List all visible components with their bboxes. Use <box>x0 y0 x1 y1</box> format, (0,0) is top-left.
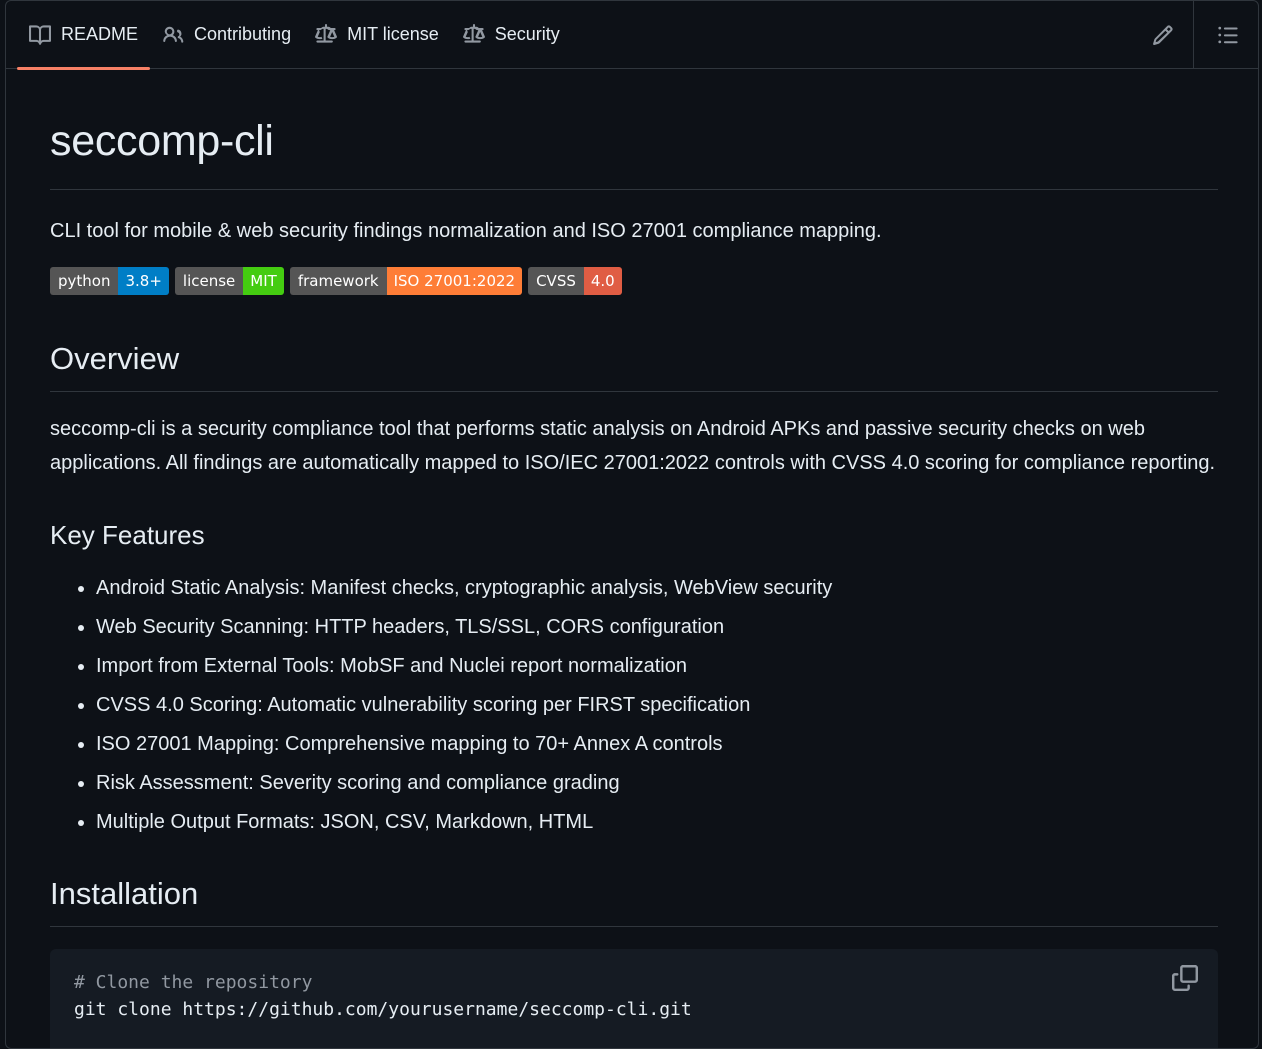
readme-content: seccomp-cli CLI tool for mobile & web se… <box>6 113 1258 1048</box>
framework-badge[interactable]: framework ISO 27001:2022 <box>289 267 523 295</box>
law-icon <box>462 23 485 46</box>
code-comment: # Clone the repository <box>74 972 313 993</box>
project-description: CLI tool for mobile & web security findi… <box>50 220 882 242</box>
overview-text: seccomp-cli is a security compliance too… <box>50 418 1216 474</box>
python-badge[interactable]: python 3.8+ <box>50 267 169 295</box>
code-block: # Clone the repository git clone https:/… <box>50 949 1218 1048</box>
tab-label: Security <box>494 24 560 44</box>
tab-label: MIT license <box>347 24 439 44</box>
license-badge[interactable]: license MIT <box>174 267 284 295</box>
pencil-icon <box>1153 25 1173 45</box>
overview-heading: Overview <box>50 339 1218 392</box>
tab-label: Contributing <box>194 24 292 44</box>
code-line: git clone https://github.com/yourusernam… <box>74 999 692 1020</box>
readme-panel: README Contributing MIT license Security <box>5 0 1259 1049</box>
tab-security[interactable]: Security <box>451 1 572 69</box>
installation-heading: Installation <box>50 874 1218 927</box>
list-item: ISO 27001 Mapping: Comprehensive mapping… <box>96 730 1218 758</box>
list-item: Risk Assessment: Severity scoring and co… <box>96 769 1218 797</box>
tab-readme[interactable]: README <box>17 1 151 70</box>
tab-label: README <box>61 24 139 44</box>
copy-button[interactable] <box>1172 965 1198 991</box>
list-item: Android Static Analysis: Manifest checks… <box>96 574 1218 602</box>
book-icon <box>29 24 51 46</box>
list-item: Import from External Tools: MobSF and Nu… <box>96 652 1218 680</box>
badge-row: python 3.8+ license MIT framework ISO 27… <box>50 267 1218 295</box>
features-list: Android Static Analysis: Manifest checks… <box>50 574 1218 836</box>
list-item: Web Security Scanning: HTTP headers, TLS… <box>96 613 1218 641</box>
list-unordered-icon <box>1218 26 1238 44</box>
toolbar-divider <box>1193 1 1194 69</box>
cvss-badge[interactable]: CVSS 4.0 <box>528 267 622 295</box>
list-item: Multiple Output Formats: JSON, CSV, Mark… <box>96 808 1218 836</box>
readme-tabbar: README Contributing MIT license Security <box>6 1 1258 70</box>
tab-contributing[interactable]: Contributing <box>150 1 303 69</box>
copy-icon <box>1172 965 1198 991</box>
page-title: seccomp-cli <box>50 113 1218 190</box>
features-heading: Key Features <box>50 520 205 550</box>
outline-button[interactable] <box>1208 15 1248 55</box>
edit-file-button[interactable] <box>1143 15 1183 55</box>
tab-mit-license[interactable]: MIT license <box>303 1 451 69</box>
people-icon <box>162 24 184 46</box>
list-item: CVSS 4.0 Scoring: Automatic vulnerabilit… <box>96 691 1218 719</box>
law-icon <box>315 23 338 46</box>
